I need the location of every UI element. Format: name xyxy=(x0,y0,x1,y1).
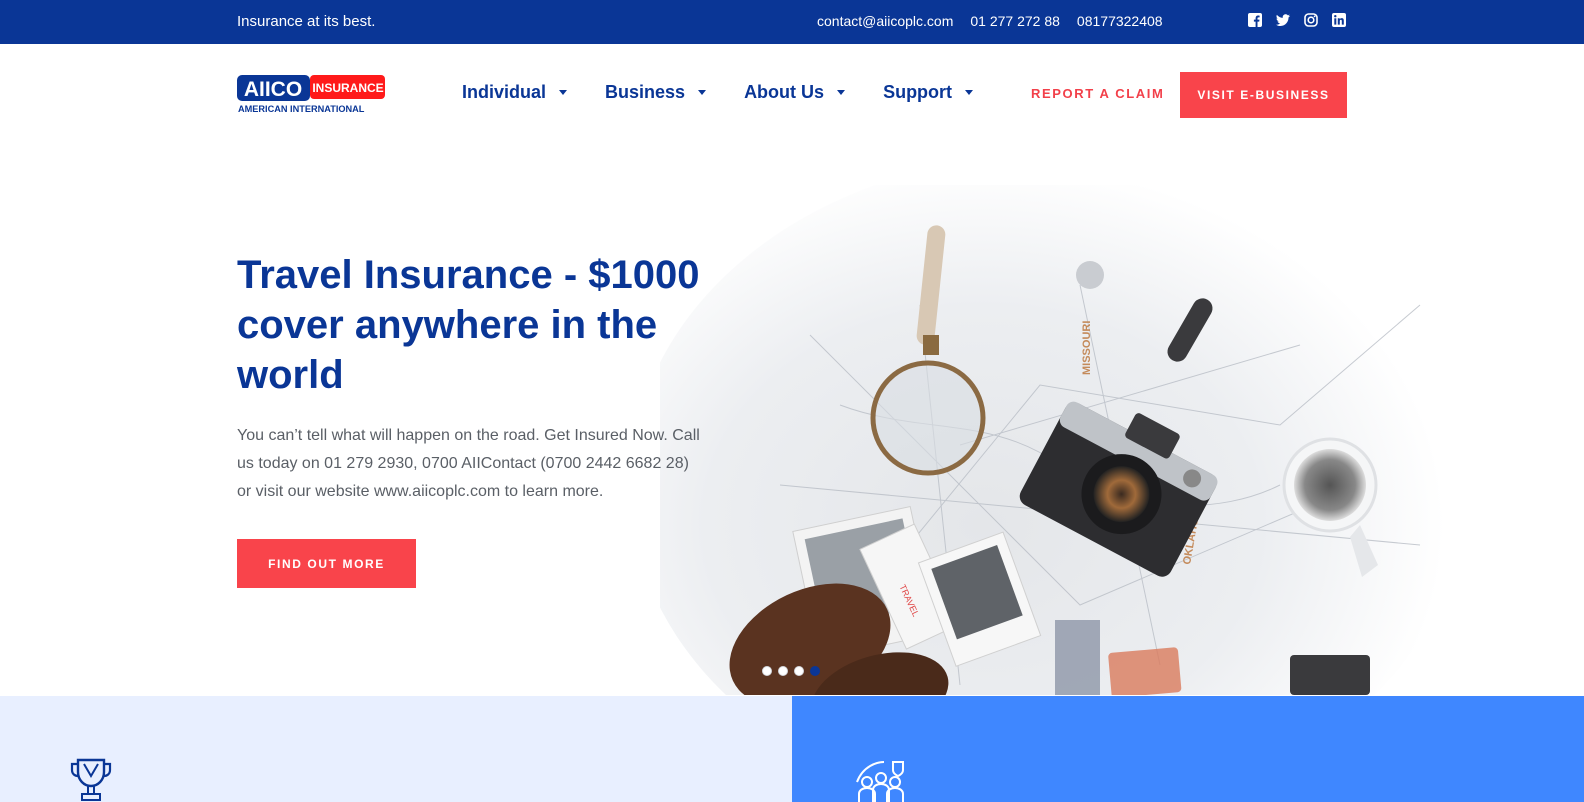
nav-item-label: Support xyxy=(883,82,953,102)
top-bar: Insurance at its best. contact@aiicoplc.… xyxy=(0,0,1584,44)
caret-down-icon xyxy=(698,90,707,95)
linkedin-icon[interactable] xyxy=(1332,13,1346,27)
slider-dots xyxy=(762,666,820,676)
contact-info: contact@aiicoplc.com 01 277 272 88 08177… xyxy=(817,13,1163,29)
slider-dot-4-active[interactable] xyxy=(810,666,820,676)
nav-item-about-us[interactable]: About Us xyxy=(744,82,846,103)
report-claim-link[interactable]: REPORT A CLAIM xyxy=(1031,86,1164,101)
hero-travel-image: MISSOURI OKLAHOMA TRAVEL xyxy=(660,185,1584,695)
trophy-icon xyxy=(70,758,112,801)
nav-item-label: About Us xyxy=(744,82,825,102)
slider-dot-1[interactable] xyxy=(762,666,772,676)
nav-item-business[interactable]: Business xyxy=(605,82,707,103)
hero-title: Travel Insurance - $1000 cover anywhere … xyxy=(237,253,700,397)
slider-dot-3[interactable] xyxy=(794,666,804,676)
aiico-logo[interactable]: AIICO INSURANCE AMERICAN INTERNATIONAL xyxy=(237,73,387,115)
twitter-icon[interactable] xyxy=(1276,13,1290,27)
instagram-icon[interactable] xyxy=(1304,13,1318,27)
main-nav: Individual Business About Us Support xyxy=(462,82,1011,103)
phone-link-2[interactable]: 08177322408 xyxy=(1077,13,1163,29)
phone-link-1[interactable]: 01 277 272 88 xyxy=(970,13,1060,29)
nav-item-individual[interactable]: Individual xyxy=(462,82,568,103)
tagline: Insurance at its best. xyxy=(237,13,376,30)
caret-down-icon xyxy=(837,90,846,95)
hero-description: You can’t tell what will happen on the r… xyxy=(237,427,700,500)
nav-item-support[interactable]: Support xyxy=(883,82,974,103)
find-out-more-button[interactable]: FIND OUT MORE xyxy=(237,539,416,588)
social-links xyxy=(1248,13,1346,27)
svg-text:MISSOURI: MISSOURI xyxy=(1081,321,1093,375)
logo-subtitle: AMERICAN INTERNATIONAL xyxy=(238,104,365,114)
logo-brand: AIICO xyxy=(244,78,302,101)
nav-item-label: Individual xyxy=(462,82,547,102)
nav-item-label: Business xyxy=(605,82,686,102)
facebook-icon[interactable] xyxy=(1248,13,1262,27)
logo-badge: INSURANCE xyxy=(312,81,383,95)
slider-dot-2[interactable] xyxy=(778,666,788,676)
visit-ebusiness-button[interactable]: VISIT E-BUSINESS xyxy=(1180,72,1347,118)
caret-down-icon xyxy=(559,90,568,95)
family-shield-icon xyxy=(856,761,904,802)
email-link[interactable]: contact@aiicoplc.com xyxy=(817,13,953,29)
feature-panel-left xyxy=(0,696,792,802)
caret-down-icon xyxy=(965,90,974,95)
